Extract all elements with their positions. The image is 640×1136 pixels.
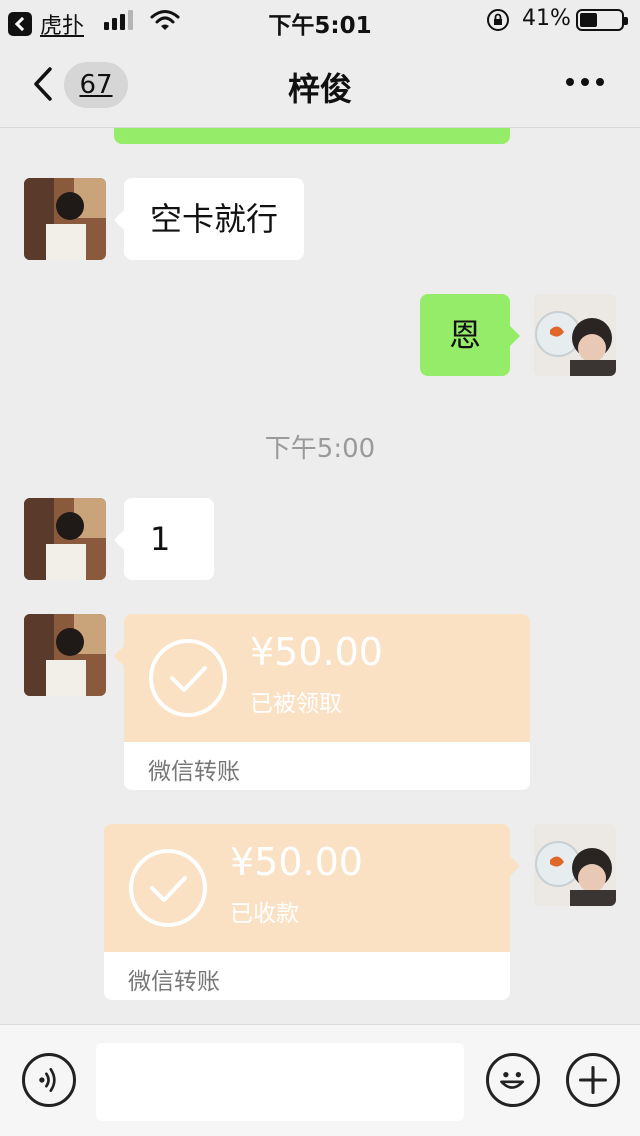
transfer-status: 已被领取 [250,691,342,717]
status-bar: 虎扑 下午5:01 41% [0,0,640,40]
message-bubble[interactable]: 空卡就行 [113,178,305,260]
battery-icon [576,9,628,31]
contact-avatar[interactable] [24,614,106,696]
emoji-icon[interactable] [486,1053,540,1107]
contact-avatar[interactable] [24,178,106,260]
message-text: 空卡就行 [150,200,279,238]
voice-icon[interactable] [22,1053,76,1107]
chat-title: 梓俊 [287,70,352,108]
plus-icon[interactable] [566,1053,620,1107]
message-text: 1 [150,520,171,558]
transfer-card[interactable]: ¥50.00 已收款 微信转账 [104,824,510,1000]
battery-percent: 41% [522,6,571,31]
message-list[interactable]: 空卡就行 恩 下午5:00 1 ¥50.00 已被领取 微信转账 ¥50.00 … [0,128,640,1024]
chat-header: 67 梓俊 [0,40,640,128]
previous-message-bubble [114,128,510,144]
input-bar [0,1024,640,1136]
transfer-label: 微信转账 [148,759,240,785]
contact-avatar[interactable] [24,498,106,580]
rotation-lock-icon [487,9,509,31]
message-bubble[interactable]: 1 [114,498,214,580]
transfer-status: 已收款 [230,901,299,927]
transfer-label: 微信转账 [128,969,220,995]
transfer-amount: ¥50.00 [250,630,383,674]
my-avatar[interactable] [534,294,616,376]
transfer-card[interactable]: ¥50.00 已被领取 微信转账 [124,614,530,790]
check-circle-icon [149,639,227,717]
time-divider: 下午5:00 [264,434,376,464]
bubble-tail [510,856,520,876]
more-dots-icon[interactable] [566,78,604,86]
check-circle-icon [129,849,207,927]
message-text: 恩 [448,316,481,354]
bubble-tail [114,646,124,666]
transfer-amount: ¥50.00 [230,840,363,884]
my-avatar[interactable] [534,824,616,906]
message-input[interactable] [96,1043,464,1121]
message-bubble[interactable]: 恩 [420,294,520,376]
